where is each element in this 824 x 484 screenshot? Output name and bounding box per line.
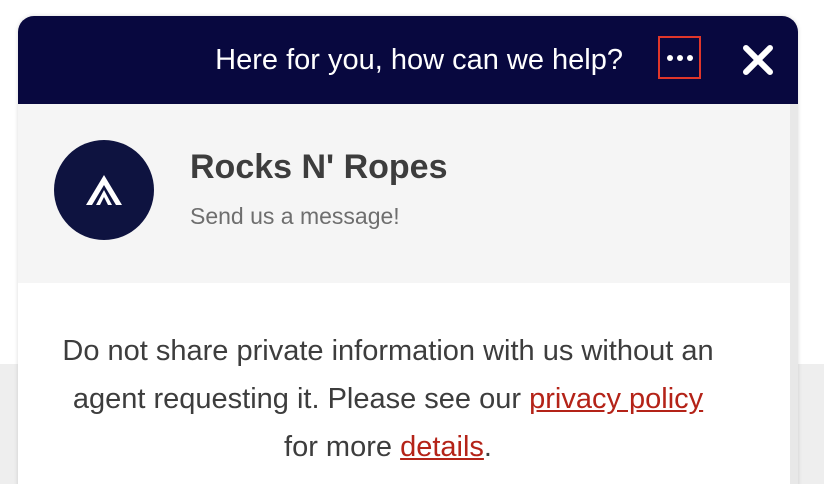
mountain-logo-icon bbox=[86, 175, 122, 205]
more-horizontal-icon-dot bbox=[676, 54, 683, 61]
notice-period: . bbox=[483, 431, 492, 463]
chat-body: Do not share private information with us… bbox=[18, 283, 798, 484]
more-options-button[interactable] bbox=[658, 36, 701, 79]
close-icon bbox=[743, 45, 773, 75]
privacy-policy-link[interactable]: privacy policy bbox=[529, 383, 703, 415]
chat-header: Here for you, how can we help? bbox=[18, 16, 798, 104]
more-horizontal-icon bbox=[666, 54, 673, 61]
avatar bbox=[54, 140, 154, 240]
details-link[interactable]: details bbox=[400, 431, 484, 463]
org-profile: Rocks N' Ropes Send us a message! bbox=[18, 104, 798, 283]
chat-widget: Here for you, how can we help? Rocks N' … bbox=[18, 16, 798, 484]
org-subtitle: Send us a message! bbox=[190, 203, 400, 229]
more-horizontal-icon-dot bbox=[686, 54, 693, 61]
close-button[interactable] bbox=[740, 42, 776, 78]
privacy-notice: Do not share private information with us… bbox=[58, 327, 718, 471]
notice-text-2: for more bbox=[284, 431, 393, 463]
org-name: Rocks N' Ropes bbox=[190, 148, 448, 186]
chat-header-title: Here for you, how can we help? bbox=[215, 44, 623, 76]
